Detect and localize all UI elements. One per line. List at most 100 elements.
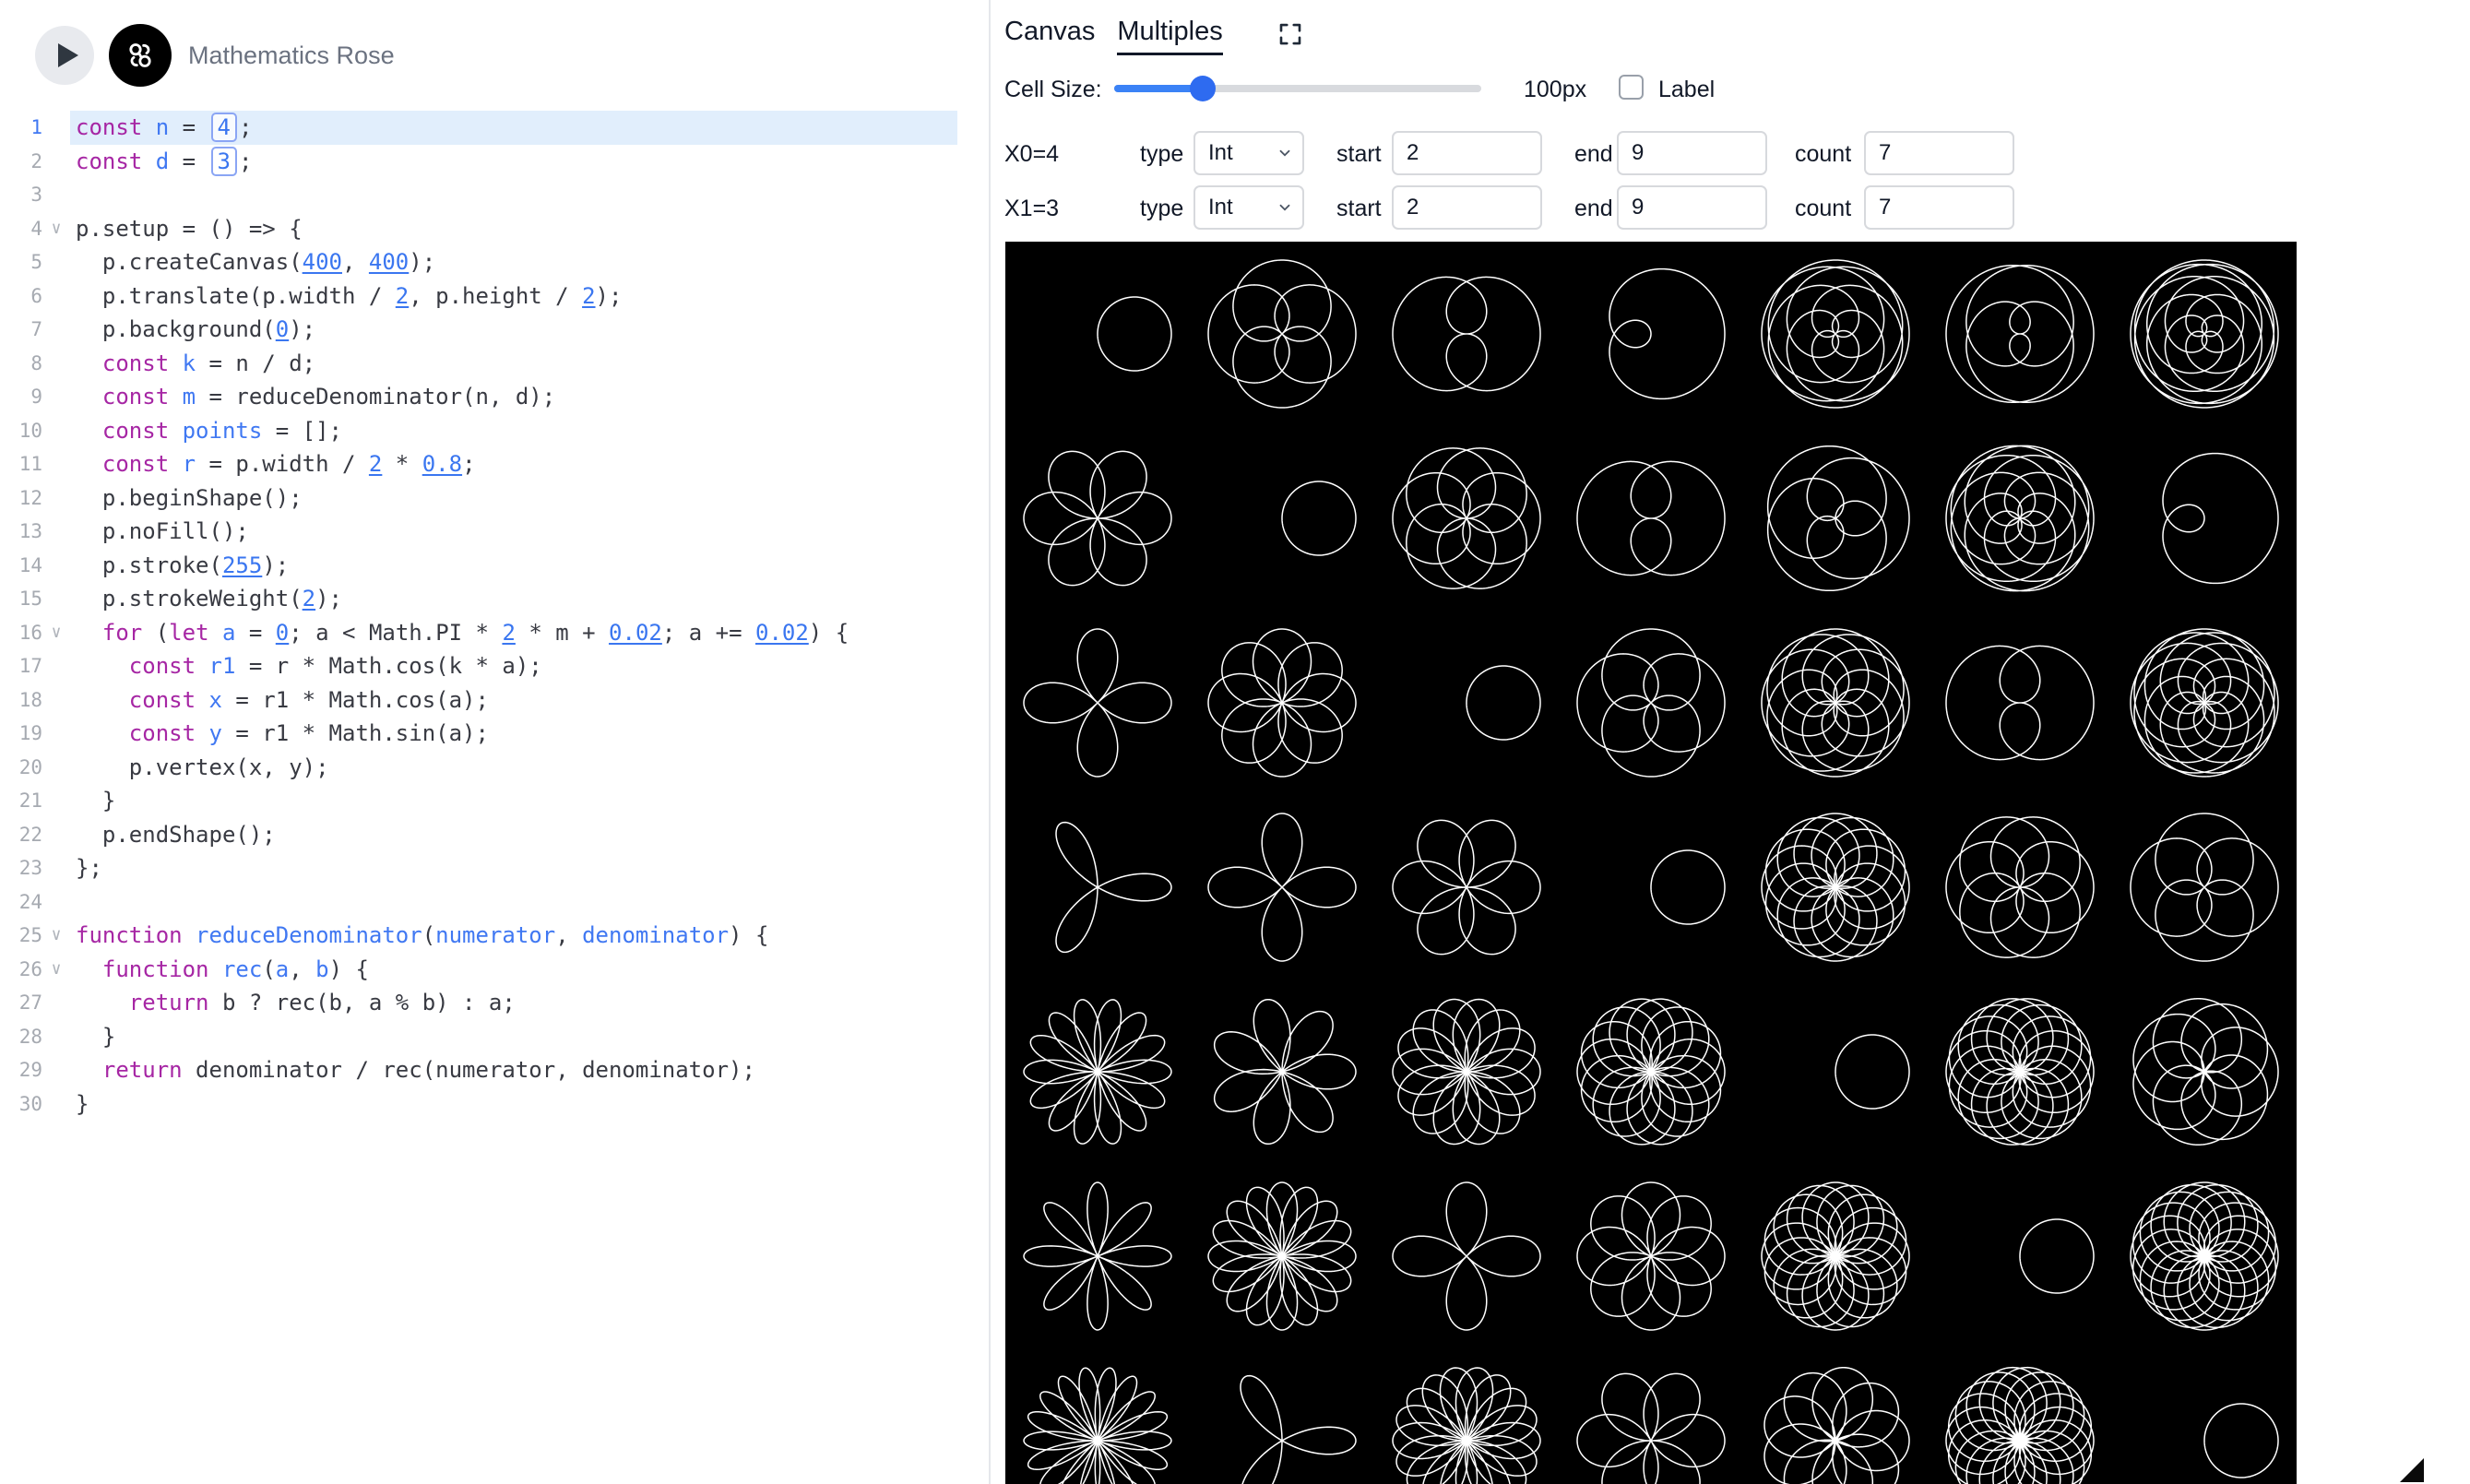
- x0-end-input[interactable]: [1617, 131, 1767, 175]
- code-text: const k = n / d;: [70, 347, 957, 381]
- fold-gutter: [42, 1053, 70, 1087]
- code-text: const r = p.width / 2 * 0.8;: [70, 447, 957, 481]
- fold-gutter: [42, 885, 70, 920]
- x0-count-input[interactable]: [1864, 131, 2014, 175]
- code-line[interactable]: 5 p.createCanvas(400, 400);: [0, 245, 989, 279]
- run-button[interactable]: [35, 26, 94, 85]
- line-number: 29: [0, 1053, 42, 1087]
- code-line[interactable]: 24: [0, 885, 989, 920]
- code-line[interactable]: 14 p.stroke(255);: [0, 549, 989, 583]
- line-number: 18: [0, 683, 42, 718]
- fold-gutter: [42, 447, 70, 481]
- fold-gutter: [42, 549, 70, 583]
- x1-type-select[interactable]: Int: [1193, 185, 1304, 230]
- fold-arrow-icon[interactable]: ∨: [42, 616, 70, 650]
- code-line[interactable]: 17 const r1 = r * Math.cos(k * a);: [0, 649, 989, 683]
- code-editor[interactable]: 1const n = 4;2const d = 3;34∨p.setup = (…: [0, 111, 989, 1121]
- code-line[interactable]: 3: [0, 178, 989, 212]
- x0-start-input[interactable]: [1392, 131, 1542, 175]
- cell-size-label: Cell Size:: [1004, 77, 1102, 103]
- code-line[interactable]: 10 const points = [];: [0, 414, 989, 448]
- x1-end-input[interactable]: [1617, 185, 1767, 230]
- code-text: }: [70, 784, 957, 818]
- code-text: p.background(0);: [70, 313, 957, 347]
- label-checkbox[interactable]: [1619, 75, 1644, 100]
- multiples-grid-canvas[interactable]: [1005, 242, 2297, 1484]
- code-line[interactable]: 27 return b ? rec(b, a % b) : a;: [0, 986, 989, 1020]
- code-line[interactable]: 20 p.vertex(x, y);: [0, 751, 989, 785]
- fold-gutter: [42, 245, 70, 279]
- code-line[interactable]: 23};: [0, 851, 989, 885]
- code-line[interactable]: 15 p.strokeWeight(2);: [0, 582, 989, 616]
- fold-arrow-icon[interactable]: ∨: [42, 953, 70, 987]
- fold-gutter: [42, 717, 70, 751]
- code-line[interactable]: 11 const r = p.width / 2 * 0.8;: [0, 447, 989, 481]
- code-line[interactable]: 22 p.endShape();: [0, 818, 989, 852]
- line-number: 3: [0, 178, 42, 212]
- x0-param-label: X0=4: [1004, 141, 1059, 168]
- x0-param-row: X0=4 type Int start end count: [991, 131, 2470, 175]
- cell-size-value: 100px: [1524, 77, 1586, 103]
- line-number: 6: [0, 279, 42, 314]
- x1-start-input[interactable]: [1392, 185, 1542, 230]
- fold-gutter: [42, 683, 70, 718]
- code-line[interactable]: 6 p.translate(p.width / 2, p.height / 2)…: [0, 279, 989, 314]
- fold-gutter: [42, 145, 70, 179]
- fold-gutter: [42, 178, 70, 212]
- code-line[interactable]: 19 const y = r1 * Math.sin(a);: [0, 717, 989, 751]
- x0-start-label: start: [1336, 141, 1382, 168]
- x1-count-label: count: [1795, 196, 1851, 222]
- tab-canvas[interactable]: Canvas: [1004, 17, 1095, 55]
- line-number: 15: [0, 582, 42, 616]
- code-line[interactable]: 2const d = 3;: [0, 145, 989, 179]
- code-line[interactable]: 25∨function reduceDenominator(numerator,…: [0, 919, 989, 953]
- fold-gutter: [42, 784, 70, 818]
- line-number: 17: [0, 649, 42, 683]
- code-line[interactable]: 7 p.background(0);: [0, 313, 989, 347]
- x0-type-label: type: [1140, 141, 1183, 168]
- x1-param-label: X1=3: [1004, 196, 1059, 222]
- code-text: function reduceDenominator(numerator, de…: [70, 919, 957, 953]
- code-line[interactable]: 30}: [0, 1087, 989, 1122]
- fold-gutter: [42, 851, 70, 885]
- x1-param-row: X1=3 type Int start end count: [991, 185, 2470, 230]
- code-line[interactable]: 8 const k = n / d;: [0, 347, 989, 381]
- code-line[interactable]: 18 const x = r1 * Math.cos(a);: [0, 683, 989, 718]
- fold-gutter: [42, 649, 70, 683]
- fold-arrow-icon[interactable]: ∨: [42, 919, 70, 953]
- x0-type-value: Int: [1208, 140, 1233, 166]
- line-number: 2: [0, 145, 42, 179]
- cell-size-slider[interactable]: [1114, 82, 1481, 95]
- code-text: p.noFill();: [70, 515, 957, 549]
- code-line[interactable]: 16∨ for (let a = 0; a < Math.PI * 2 * m …: [0, 616, 989, 650]
- code-line[interactable]: 28 }: [0, 1020, 989, 1054]
- line-number: 12: [0, 481, 42, 516]
- code-line[interactable]: 29 return denominator / rec(numerator, d…: [0, 1053, 989, 1087]
- code-text: p.endShape();: [70, 818, 957, 852]
- x1-end-label: end: [1574, 196, 1613, 222]
- code-line[interactable]: 4∨p.setup = () => {: [0, 212, 989, 246]
- fullscreen-button[interactable]: [1277, 20, 1304, 51]
- cell-size-controls: Cell Size: 100px Label: [991, 68, 2470, 109]
- cell-size-slider-thumb[interactable]: [1190, 76, 1216, 101]
- tab-multiples[interactable]: Multiples: [1117, 17, 1222, 55]
- line-number: 7: [0, 313, 42, 347]
- code-line[interactable]: 1const n = 4;: [0, 111, 989, 145]
- code-line[interactable]: 26∨ function rec(a, b) {: [0, 953, 989, 987]
- code-line[interactable]: 12 p.beginShape();: [0, 481, 989, 516]
- code-text: }: [70, 1020, 957, 1054]
- code-text: const m = reduceDenominator(n, d);: [70, 380, 957, 414]
- editor-toolbar: Mathematics Rose: [0, 0, 989, 111]
- x0-type-select[interactable]: Int: [1193, 131, 1304, 175]
- code-line[interactable]: 21 }: [0, 784, 989, 818]
- line-number: 9: [0, 380, 42, 414]
- code-line[interactable]: 13 p.noFill();: [0, 515, 989, 549]
- line-number: 10: [0, 414, 42, 448]
- code-text: p.vertex(x, y);: [70, 751, 957, 785]
- code-line[interactable]: 9 const m = reduceDenominator(n, d);: [0, 380, 989, 414]
- fold-arrow-icon[interactable]: ∨: [42, 212, 70, 246]
- x1-count-input[interactable]: [1864, 185, 2014, 230]
- code-text: const points = [];: [70, 414, 957, 448]
- line-number: 30: [0, 1087, 42, 1122]
- code-text: const r1 = r * Math.cos(k * a);: [70, 649, 957, 683]
